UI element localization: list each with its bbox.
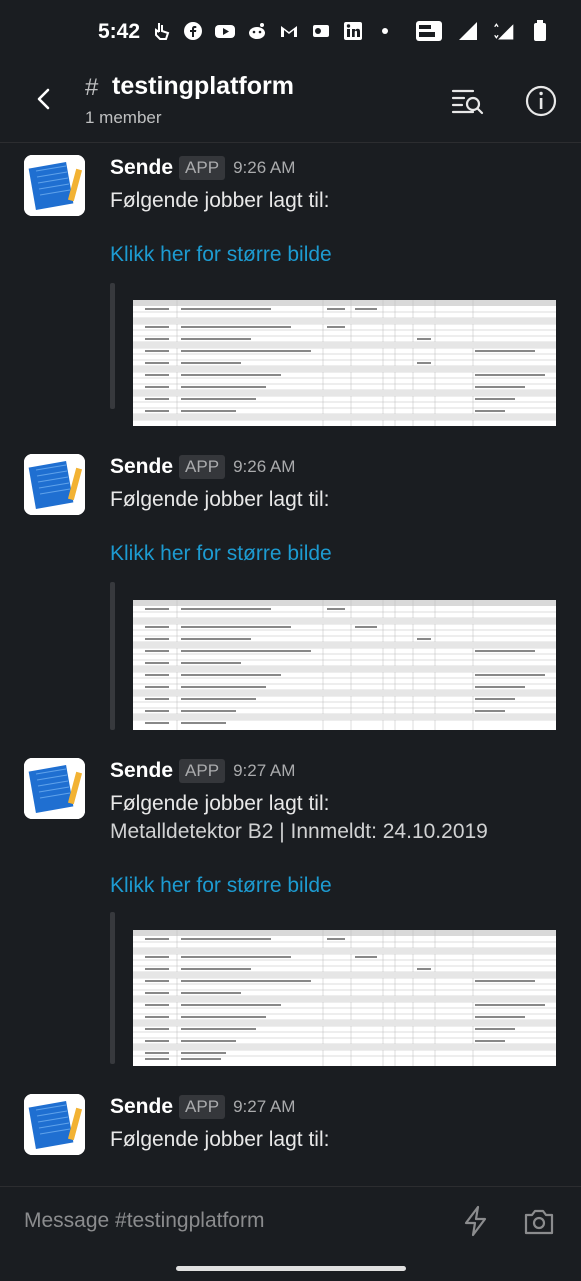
message[interactable]: Sende APP 9:26 AM Følgende jobber lagt t…	[0, 441, 581, 731]
volte-icon	[415, 20, 443, 42]
message-text: Følgende jobber lagt til:	[110, 1128, 330, 1151]
spreadsheet-image	[133, 930, 556, 1066]
status-bar: 5:42	[0, 0, 581, 66]
message[interactable]: Sende APP 9:27 AM Følgende jobber lagt t…	[0, 745, 581, 1075]
back-button[interactable]	[32, 84, 56, 114]
channel-info-button[interactable]	[524, 84, 558, 118]
app-avatar[interactable]	[24, 454, 85, 515]
status-time: 5:42	[98, 20, 141, 43]
search-channel-button[interactable]	[450, 84, 484, 118]
sender-name[interactable]: Sende	[110, 455, 173, 479]
message[interactable]: Sende APP 9:26 AM Følgende jobber lagt t…	[0, 142, 581, 432]
app-avatar[interactable]	[24, 758, 85, 819]
dot-icon	[374, 20, 396, 42]
facebook-icon	[182, 20, 204, 42]
table-image-thumbnail[interactable]	[133, 300, 556, 426]
app-badge: APP	[179, 759, 226, 783]
app-badge: APP	[179, 455, 226, 479]
sender-name[interactable]: Sende	[110, 156, 173, 180]
gmail-icon	[278, 20, 300, 42]
sender-name[interactable]: Sende	[110, 1095, 173, 1119]
attachment-bar	[110, 283, 115, 409]
app-badge: APP	[179, 156, 226, 180]
app-avatar[interactable]	[24, 1094, 85, 1155]
app-logo-icon	[24, 155, 85, 216]
camera-button[interactable]	[522, 1205, 554, 1237]
message-meta: Sende APP 9:27 AM	[110, 1095, 295, 1119]
sender-name[interactable]: Sende	[110, 759, 173, 783]
back-icon	[37, 88, 50, 110]
app-logo-icon	[24, 454, 85, 515]
enlarge-image-link[interactable]: Klikk her for større bilde	[110, 542, 332, 566]
attachment-bar	[110, 582, 115, 730]
app-avatar[interactable]	[24, 155, 85, 216]
attachment-bar	[110, 912, 115, 1064]
touch-icon	[150, 20, 172, 42]
table-image-thumbnail[interactable]	[133, 600, 556, 730]
info-icon	[525, 85, 557, 117]
spreadsheet-image	[133, 300, 556, 426]
app-badge: APP	[179, 1095, 226, 1119]
shortcuts-button[interactable]	[460, 1205, 492, 1237]
notification-icons	[150, 20, 396, 42]
camera-icon	[524, 1209, 554, 1235]
channel-title[interactable]: testingplatform	[112, 72, 294, 101]
youtube-icon	[214, 20, 236, 42]
message-text: Følgende jobber lagt til:	[110, 189, 330, 212]
lightning-icon	[464, 1205, 487, 1237]
table-image-thumbnail[interactable]	[133, 930, 556, 1066]
message-input[interactable]: Message #testingplatform	[24, 1209, 264, 1233]
spreadsheet-image	[133, 600, 556, 730]
enlarge-image-link[interactable]: Klikk her for større bilde	[110, 874, 332, 898]
network-4g-icon	[493, 20, 515, 42]
member-count[interactable]: 1 member	[85, 108, 162, 128]
message-meta: Sende APP 9:26 AM	[110, 455, 295, 479]
reddit-icon	[246, 20, 268, 42]
channel-hash: #	[85, 74, 99, 101]
linkedin-icon	[342, 20, 364, 42]
message-time: 9:27 AM	[233, 761, 296, 780]
signal-icon	[457, 20, 479, 42]
message[interactable]: Sende APP 9:27 AM Følgende jobber lagt t…	[0, 1081, 581, 1181]
message-meta: Sende APP 9:26 AM	[110, 156, 295, 180]
home-indicator[interactable]	[176, 1266, 406, 1271]
outlook-icon	[310, 20, 332, 42]
message-time: 9:26 AM	[233, 158, 296, 177]
message-meta: Sende APP 9:27 AM	[110, 759, 295, 783]
message-text: Følgende jobber lagt til:	[110, 792, 330, 815]
message-text: Følgende jobber lagt til:	[110, 488, 330, 511]
system-icons	[415, 20, 551, 42]
channel-header: # testingplatform 1 member	[0, 66, 581, 143]
search-list-icon	[451, 89, 484, 115]
message-time: 9:26 AM	[233, 457, 296, 476]
job-detail-text: Metalldetektor B2 | Innmeldt: 24.10.2019	[110, 820, 488, 843]
enlarge-image-link[interactable]: Klikk her for større bilde	[110, 243, 332, 267]
message-time: 9:27 AM	[233, 1097, 296, 1116]
battery-icon	[529, 20, 551, 42]
app-logo-icon	[24, 758, 85, 819]
app-logo-icon	[24, 1094, 85, 1155]
